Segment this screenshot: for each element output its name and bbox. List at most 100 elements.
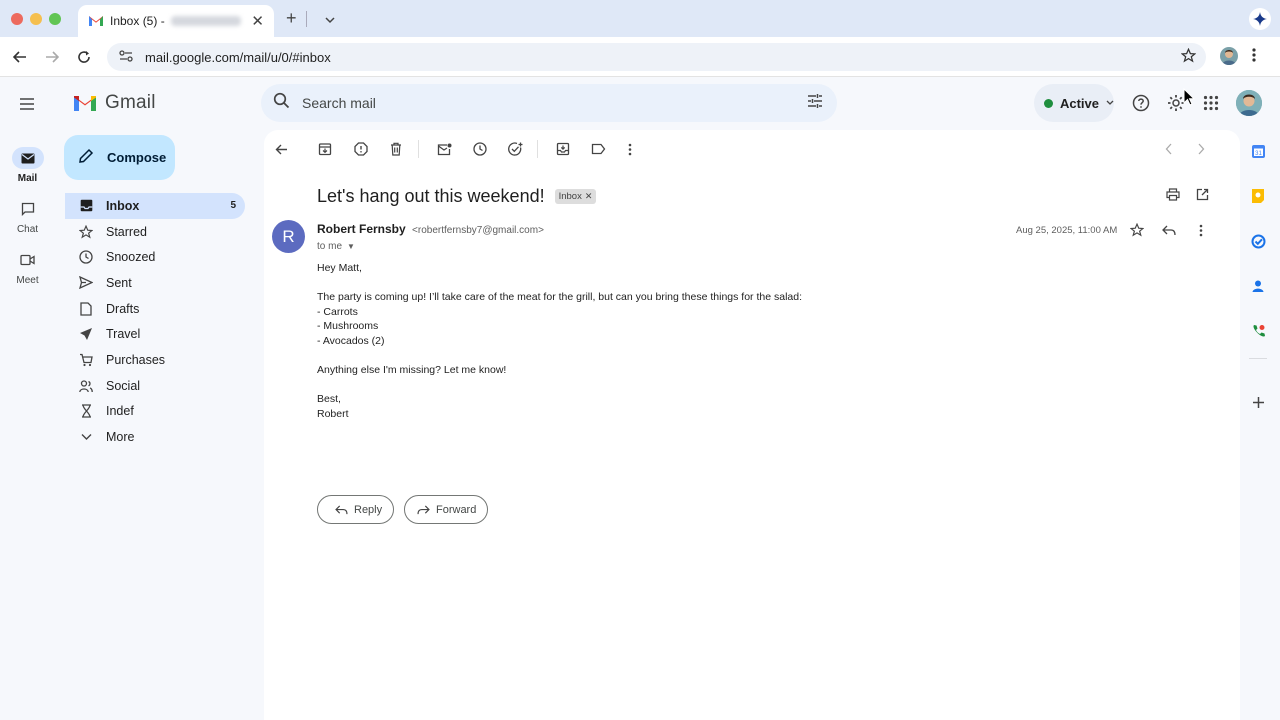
- browser-menu-icon[interactable]: [1252, 47, 1256, 68]
- search-icon[interactable]: [273, 92, 290, 114]
- forward-button[interactable]: Forward: [404, 495, 489, 524]
- recipient-line[interactable]: to me ▼: [317, 241, 355, 252]
- rail-meet-label: Meet: [16, 275, 39, 286]
- move-to-icon[interactable]: [554, 140, 572, 158]
- sender-line: Robert Fernsby <robertfernsby7@gmail.com…: [317, 222, 544, 236]
- rail-meet[interactable]: Meet: [0, 249, 55, 286]
- maximize-window-button[interactable]: [49, 13, 61, 25]
- delete-trash-icon[interactable]: [387, 140, 405, 158]
- inbox-label-chip[interactable]: Inbox ✕: [554, 189, 597, 204]
- sender-avatar[interactable]: R: [272, 220, 305, 253]
- calendar-icon[interactable]: 31: [1249, 142, 1267, 160]
- sidebar-item-social[interactable]: Social: [65, 373, 245, 399]
- sidebar-item-drafts[interactable]: Drafts: [65, 296, 245, 322]
- sidebar-item-label: Travel: [106, 327, 141, 342]
- search-bar[interactable]: Search mail: [261, 84, 837, 122]
- sidebar-item-snoozed[interactable]: Snoozed: [65, 244, 245, 270]
- body-line: Best,: [317, 393, 341, 406]
- sidebar-item-inbox[interactable]: Inbox 5: [65, 193, 245, 219]
- open-new-window-icon[interactable]: [1193, 185, 1211, 203]
- more-options-icon[interactable]: [621, 140, 639, 158]
- reply-button[interactable]: Reply: [317, 495, 395, 524]
- newer-email-icon[interactable]: [1160, 140, 1178, 158]
- search-options-icon[interactable]: [807, 93, 823, 113]
- meet-icon: [12, 249, 44, 271]
- message-more-icon[interactable]: [1192, 221, 1210, 239]
- url-text: mail.google.com/mail/u/0/#inbox: [145, 49, 331, 65]
- chat-icon: [12, 198, 44, 220]
- new-tab-icon[interactable]: +: [286, 8, 297, 29]
- pencil-icon: [78, 148, 94, 167]
- main-menu-icon[interactable]: [17, 94, 37, 119]
- star-icon[interactable]: [1128, 221, 1146, 239]
- snooze-clock-icon[interactable]: [471, 140, 489, 158]
- add-addon-plus-icon[interactable]: [1249, 393, 1267, 411]
- tab-list-icon[interactable]: [324, 10, 336, 31]
- bookmark-star-icon[interactable]: [1180, 47, 1197, 66]
- voice-phone-icon[interactable]: [1249, 322, 1267, 340]
- tab-title-redacted: [170, 16, 241, 26]
- sidebar-item-sent[interactable]: Sent: [65, 270, 245, 296]
- back-to-inbox-icon[interactable]: [272, 140, 290, 158]
- body-line: - Mushrooms: [317, 320, 379, 333]
- print-icon[interactable]: [1164, 185, 1182, 203]
- sidebar-item-label: Inbox: [106, 198, 140, 213]
- sidebar-item-more[interactable]: More: [65, 424, 245, 450]
- rail-chat-label: Chat: [16, 224, 39, 235]
- toolbar-divider: [537, 140, 538, 158]
- gmail-logo[interactable]: Gmail: [72, 92, 156, 114]
- profile-avatar[interactable]: [1220, 47, 1238, 65]
- sidebar-item-travel[interactable]: Travel: [65, 321, 245, 347]
- address-omnibox[interactable]: mail.google.com/mail/u/0/#inbox: [107, 43, 1206, 71]
- keep-icon[interactable]: [1249, 187, 1267, 205]
- compose-button[interactable]: Compose: [64, 135, 175, 180]
- sidebar-item-indef[interactable]: Indef: [65, 399, 245, 425]
- search-input[interactable]: Search mail: [302, 95, 376, 111]
- status-selector[interactable]: Active: [1034, 84, 1114, 122]
- sidebar-item-label: Indef: [106, 404, 134, 419]
- back-icon[interactable]: [10, 47, 30, 67]
- reload-icon[interactable]: [74, 47, 94, 67]
- tab-title: Inbox (5) -: [110, 14, 165, 28]
- close-window-button[interactable]: [11, 13, 23, 25]
- add-task-icon[interactable]: [506, 140, 524, 158]
- sidebar-item-purchases[interactable]: Purchases: [65, 347, 245, 373]
- gmail-wordmark: Gmail: [105, 92, 156, 113]
- archive-icon[interactable]: [316, 140, 334, 158]
- rail-chat[interactable]: Chat: [0, 198, 55, 235]
- browser-tab-gmail[interactable]: Inbox (5) - ✕: [78, 5, 274, 37]
- rail-mail[interactable]: Mail: [0, 147, 55, 184]
- account-avatar[interactable]: [1236, 90, 1262, 116]
- sidebar-nav: Inbox 5 Starred Snoozed Sent Drafts Trav…: [65, 193, 245, 450]
- tasks-icon[interactable]: [1249, 232, 1267, 250]
- reply-icon[interactable]: [1160, 221, 1178, 239]
- reply-label: Reply: [354, 503, 383, 516]
- people-icon: [78, 378, 94, 394]
- gemini-icon[interactable]: [1249, 8, 1271, 30]
- clock-icon: [78, 249, 94, 265]
- email-date: Aug 25, 2025, 11:00 AM: [1016, 225, 1118, 236]
- svg-text:31: 31: [1255, 151, 1262, 157]
- mark-unread-icon[interactable]: [435, 140, 453, 158]
- report-spam-icon[interactable]: [352, 140, 370, 158]
- sidebar-item-label: Sent: [106, 275, 132, 290]
- side-panel-divider: [1249, 358, 1267, 359]
- sender-name[interactable]: Robert Fernsby: [317, 222, 406, 236]
- body-line: [317, 276, 802, 291]
- help-icon[interactable]: [1131, 93, 1151, 113]
- site-info-icon[interactable]: [119, 49, 133, 65]
- remove-label-icon[interactable]: ✕: [585, 191, 593, 201]
- contacts-icon[interactable]: [1249, 277, 1267, 295]
- tab-close-icon[interactable]: ✕: [251, 12, 264, 30]
- sidebar-item-starred[interactable]: Starred: [65, 219, 245, 245]
- google-apps-icon[interactable]: [1201, 93, 1221, 113]
- older-email-icon[interactable]: [1192, 140, 1210, 158]
- body-line: Hey Matt,: [317, 262, 362, 274]
- label-tag-icon[interactable]: [589, 140, 607, 158]
- recipient-details-caret-icon[interactable]: ▼: [347, 242, 355, 251]
- sidebar-item-label: More: [106, 430, 135, 445]
- forward-icon[interactable]: [42, 47, 62, 67]
- status-dot: [1044, 98, 1053, 108]
- tab-divider: [306, 11, 307, 27]
- minimize-window-button[interactable]: [30, 13, 42, 25]
